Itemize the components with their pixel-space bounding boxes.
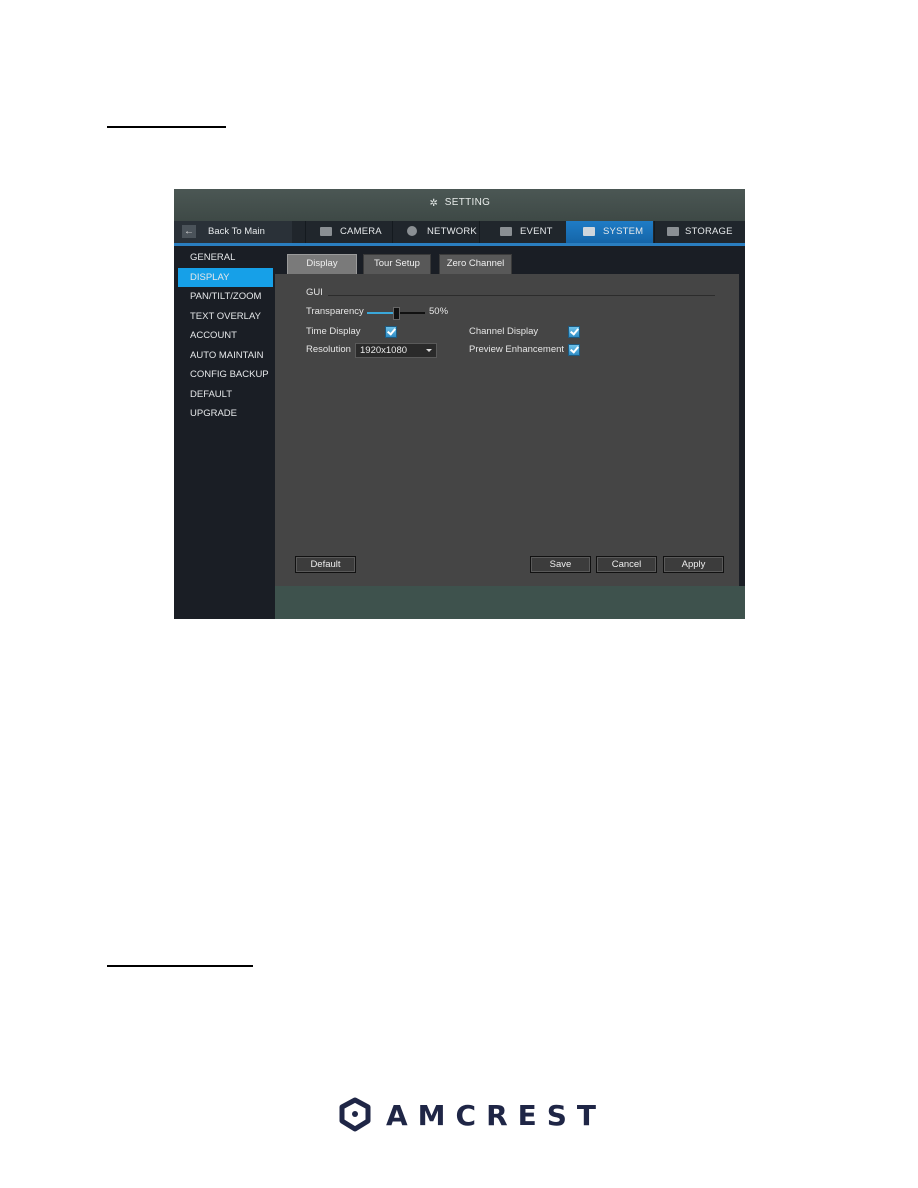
sidebar-item-upgrade[interactable]: UPGRADE [178, 404, 273, 423]
amcrest-hex-icon [339, 1097, 371, 1132]
back-to-main-button[interactable]: ← Back To Main [174, 221, 292, 243]
tab-label: NETWORK [427, 226, 477, 237]
main-nav-bar: ← Back To Main CAMERA NETWORK EVENT SYST… [174, 221, 745, 246]
sidebar-item-default[interactable]: DEFAULT [178, 385, 273, 404]
resolution-label: Resolution [306, 344, 351, 355]
sidebar-item-label: AUTO MAINTAIN [190, 350, 264, 361]
network-globe-icon [407, 226, 417, 236]
sidebar-item-label: TEXT OVERLAY [190, 311, 261, 322]
title-bar: ✲ SETTING [174, 189, 745, 221]
gear-icon: ✲ [429, 198, 439, 209]
tab-label: CAMERA [340, 226, 382, 237]
section-divider [328, 295, 715, 296]
subtab-zero-channel[interactable]: Zero Channel [439, 254, 512, 275]
sidebar-item-general[interactable]: GENERAL [178, 248, 273, 267]
time-display-label: Time Display [306, 326, 361, 337]
subtab-tour-setup[interactable]: Tour Setup [363, 254, 431, 275]
cancel-button[interactable]: Cancel [596, 556, 657, 573]
tab-label: STORAGE [685, 226, 733, 237]
tab-network[interactable]: NETWORK [392, 221, 480, 243]
subtab-bar: Display Tour Setup Zero Channel [275, 246, 745, 275]
back-arrow-icon: ← [182, 225, 196, 238]
preview-enhancement-label: Preview Enhancement [469, 344, 565, 355]
subtab-display[interactable]: Display [287, 254, 357, 275]
bottom-strip [275, 586, 745, 619]
transparency-value: 50% [429, 306, 449, 317]
sidebar-item-auto-maintain[interactable]: AUTO MAINTAIN [178, 346, 273, 365]
camera-icon [320, 227, 332, 236]
tab-system[interactable]: SYSTEM [566, 221, 653, 243]
dvr-settings-window: ✲ SETTING ← Back To Main CAMERA NETWORK E… [174, 189, 745, 619]
time-display-checkbox[interactable] [385, 326, 397, 338]
tab-camera[interactable]: CAMERA [305, 221, 393, 243]
sidebar-item-account[interactable]: ACCOUNT [178, 326, 273, 345]
transparency-label: Transparency [306, 306, 364, 317]
gui-section-label: GUI [306, 287, 323, 298]
default-button[interactable]: Default [295, 556, 356, 573]
tab-event[interactable]: EVENT [479, 221, 567, 243]
tab-label: EVENT [520, 226, 553, 237]
sidebar-item-text-overlay[interactable]: TEXT OVERLAY [178, 307, 273, 326]
sidebar-item-label: UPGRADE [190, 408, 237, 419]
resolution-value: 1920x1080 [360, 345, 408, 356]
panel-edge [739, 274, 745, 586]
sidebar-item-label: DEFAULT [190, 389, 233, 400]
transparency-slider[interactable] [367, 307, 425, 320]
tab-storage[interactable]: STORAGE [654, 221, 745, 243]
section-heading-underline [107, 126, 226, 128]
sidebar-item-label: GENERAL [190, 252, 236, 263]
event-icon [500, 227, 512, 236]
back-to-main-label: Back To Main [208, 226, 265, 237]
sidebar-item-pan-tilt-zoom[interactable]: PAN/TILT/ZOOM [178, 287, 273, 306]
display-settings-panel: GUI Transparency 50% Time Display Channe… [275, 274, 739, 586]
slider-fill [367, 312, 396, 314]
slider-handle[interactable] [393, 307, 400, 320]
section-heading-underline [107, 965, 253, 967]
channel-display-label: Channel Display [469, 326, 539, 337]
sidebar-item-display[interactable]: DISPLAY [178, 268, 273, 287]
resolution-select[interactable]: 1920x1080 [355, 343, 437, 358]
storage-icon [667, 227, 679, 236]
apply-button[interactable]: Apply [663, 556, 724, 573]
channel-display-checkbox[interactable] [568, 326, 580, 338]
system-icon [583, 227, 595, 236]
sidebar-item-label: ACCOUNT [190, 330, 237, 341]
footer-brand-text: AMCREST [386, 1099, 607, 1132]
window-title: SETTING [444, 197, 491, 208]
save-button[interactable]: Save [530, 556, 591, 573]
sidebar-item-label: PAN/TILT/ZOOM [190, 291, 262, 302]
sidebar-item-label: DISPLAY [190, 272, 230, 283]
preview-enhancement-checkbox[interactable] [568, 344, 580, 356]
chevron-down-icon [426, 349, 432, 352]
sidebar: GENERAL DISPLAY PAN/TILT/ZOOM TEXT OVERL… [174, 246, 275, 619]
tab-label: SYSTEM [603, 226, 644, 237]
sidebar-item-config-backup[interactable]: CONFIG BACKUP [178, 365, 273, 384]
sidebar-item-label: CONFIG BACKUP [190, 369, 269, 380]
